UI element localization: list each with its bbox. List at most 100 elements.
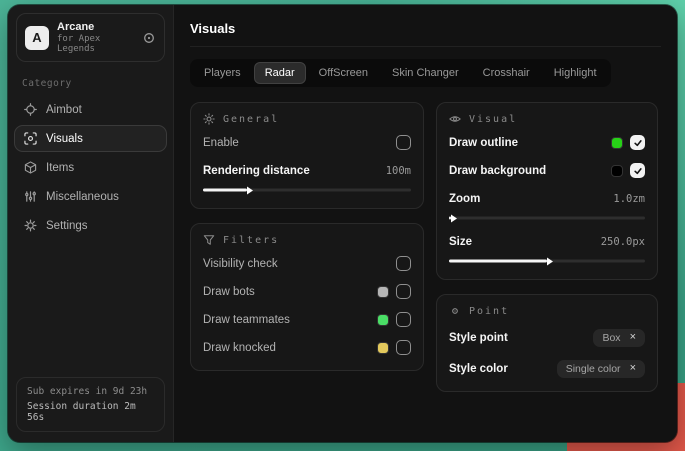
draw-outline-label: Draw outline bbox=[449, 137, 518, 149]
draw-bots-label: Draw bots bbox=[203, 286, 255, 298]
subscription-status-card: Sub expires in 9d 23h Session duration 2… bbox=[16, 377, 165, 432]
style-color-value: Single color bbox=[566, 363, 621, 375]
size-row: Size 250.0px bbox=[449, 231, 645, 252]
sidebar-nav: Aimbot Visuals bbox=[8, 96, 173, 239]
brand-card: A Arcane for Apex Legends bbox=[16, 13, 165, 62]
scan-eye-icon bbox=[24, 132, 37, 145]
sidebar-item-aimbot[interactable]: Aimbot bbox=[14, 96, 167, 123]
tab-skin-changer[interactable]: Skin Changer bbox=[381, 62, 470, 84]
visual-panel: Visual Draw outline bbox=[436, 102, 658, 280]
tab-highlight[interactable]: Highlight bbox=[543, 62, 608, 84]
sliders-icon bbox=[24, 190, 37, 203]
sidebar-item-settings[interactable]: Settings bbox=[14, 212, 167, 239]
zoom-row: Zoom 1.0zm bbox=[449, 188, 645, 209]
style-point-select[interactable]: Box × bbox=[593, 329, 645, 347]
size-label: Size bbox=[449, 236, 472, 248]
draw-knocked-label: Draw knocked bbox=[203, 342, 276, 354]
draw-outline-checkbox[interactable] bbox=[630, 135, 645, 150]
eye-icon bbox=[449, 113, 461, 125]
visibility-check-checkbox[interactable] bbox=[396, 256, 411, 271]
filters-panel: Filters Visibility check Draw bots bbox=[190, 223, 424, 371]
sidebar: A Arcane for Apex Legends Category bbox=[8, 5, 174, 442]
filters-panel-header: Filters bbox=[203, 234, 411, 246]
draw-bots-row: Draw bots bbox=[203, 281, 411, 302]
rendering-distance-slider[interactable] bbox=[203, 184, 411, 196]
point-panel-header: Point bbox=[449, 305, 645, 317]
general-panel: General Enable Rendering distance 100m bbox=[190, 102, 424, 209]
draw-outline-row: Draw outline bbox=[449, 132, 645, 153]
visibility-check-row: Visibility check bbox=[203, 253, 411, 274]
arcane-app-window: A Arcane for Apex Legends Category bbox=[8, 5, 677, 442]
style-color-select[interactable]: Single color × bbox=[557, 360, 645, 378]
enable-row: Enable bbox=[203, 132, 411, 153]
style-point-label: Style point bbox=[449, 332, 508, 344]
tab-radar[interactable]: Radar bbox=[254, 62, 306, 84]
general-panel-title: General bbox=[223, 114, 279, 125]
sidebar-item-label: Aimbot bbox=[46, 104, 82, 116]
general-panel-header: General bbox=[203, 113, 411, 125]
draw-knocked-color-swatch[interactable] bbox=[377, 342, 389, 354]
app-title: Arcane bbox=[57, 21, 134, 33]
slider-thumb[interactable] bbox=[451, 214, 457, 222]
cube-icon bbox=[24, 161, 37, 174]
enable-label: Enable bbox=[203, 137, 239, 149]
style-color-row: Style color Single color × bbox=[449, 358, 645, 379]
slider-fill bbox=[449, 217, 451, 220]
slider-thumb[interactable] bbox=[247, 186, 253, 194]
desktop-background: A Arcane for Apex Legends Category bbox=[0, 0, 685, 451]
category-label: Category bbox=[22, 78, 159, 89]
draw-bots-color-swatch[interactable] bbox=[377, 286, 389, 298]
draw-knocked-row: Draw knocked bbox=[203, 337, 411, 358]
left-column: General Enable Rendering distance 100m bbox=[190, 102, 424, 371]
sidebar-item-items[interactable]: Items bbox=[14, 154, 167, 181]
zoom-slider[interactable] bbox=[449, 212, 645, 224]
draw-teammates-row: Draw teammates bbox=[203, 309, 411, 330]
slider-track bbox=[449, 217, 645, 220]
size-slider[interactable] bbox=[449, 255, 645, 267]
style-point-row: Style point Box × bbox=[449, 327, 645, 348]
draw-background-checkbox[interactable] bbox=[630, 163, 645, 178]
sidebar-item-label: Items bbox=[46, 162, 74, 174]
style-color-label: Style color bbox=[449, 363, 508, 375]
size-value: 250.0px bbox=[601, 236, 645, 248]
point-panel: Point Style point Box × Style color bbox=[436, 294, 658, 392]
check-icon bbox=[633, 166, 643, 176]
draw-teammates-checkbox[interactable] bbox=[396, 312, 411, 327]
crosshair-icon bbox=[24, 103, 37, 116]
tab-offscreen[interactable]: OffScreen bbox=[308, 62, 379, 84]
visual-panel-title: Visual bbox=[469, 114, 517, 125]
style-point-value: Box bbox=[602, 332, 620, 344]
main-content: Visuals Players Radar OffScreen Skin Cha… bbox=[174, 5, 677, 442]
visibility-check-label: Visibility check bbox=[203, 258, 278, 270]
sidebar-item-label: Visuals bbox=[46, 133, 83, 145]
draw-teammates-color-swatch[interactable] bbox=[377, 314, 389, 326]
point-panel-title: Point bbox=[469, 306, 509, 317]
slider-thumb[interactable] bbox=[547, 257, 553, 265]
draw-background-color-swatch[interactable] bbox=[611, 165, 623, 177]
tab-players[interactable]: Players bbox=[193, 62, 252, 84]
draw-background-row: Draw background bbox=[449, 160, 645, 181]
funnel-icon bbox=[203, 234, 215, 246]
target-icon[interactable] bbox=[142, 31, 156, 45]
draw-background-label: Draw background bbox=[449, 165, 546, 177]
sidebar-item-visuals[interactable]: Visuals bbox=[14, 125, 167, 152]
slider-fill bbox=[203, 189, 247, 192]
sidebar-item-miscellaneous[interactable]: Miscellaneous bbox=[14, 183, 167, 210]
clear-icon[interactable]: × bbox=[630, 332, 636, 343]
right-column: Visual Draw outline bbox=[436, 102, 658, 392]
rendering-distance-row: Rendering distance 100m bbox=[203, 160, 411, 181]
brand-text: Arcane for Apex Legends bbox=[57, 21, 134, 54]
rendering-distance-label: Rendering distance bbox=[203, 165, 310, 177]
enable-checkbox[interactable] bbox=[396, 135, 411, 150]
tab-crosshair[interactable]: Crosshair bbox=[472, 62, 541, 84]
session-duration-text: Session duration 2m 56s bbox=[27, 401, 154, 423]
zoom-label: Zoom bbox=[449, 193, 480, 205]
draw-bots-checkbox[interactable] bbox=[396, 284, 411, 299]
clear-icon[interactable]: × bbox=[630, 363, 636, 374]
sidebar-item-label: Settings bbox=[46, 220, 88, 232]
check-icon bbox=[633, 138, 643, 148]
sub-expires-text: Sub expires in 9d 23h bbox=[27, 386, 154, 397]
draw-outline-color-swatch[interactable] bbox=[611, 137, 623, 149]
draw-knocked-checkbox[interactable] bbox=[396, 340, 411, 355]
zoom-value: 1.0zm bbox=[613, 193, 645, 205]
